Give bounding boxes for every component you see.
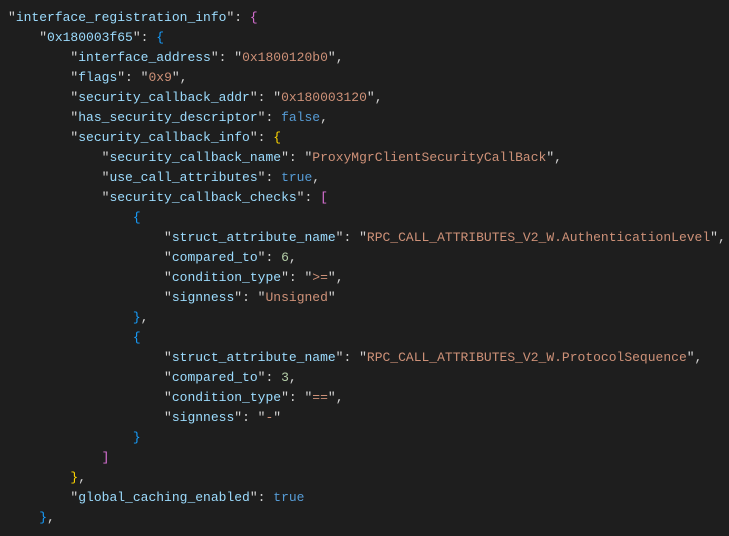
json-string: 0x180003120 (281, 90, 367, 105)
json-string: 0x9 (148, 70, 171, 85)
json-key: security_callback_checks (109, 190, 296, 205)
json-key: flags (78, 70, 117, 85)
json-bool: false (281, 110, 320, 125)
json-key: 0x180003f65 (47, 30, 133, 45)
json-key: interface_registration_info (16, 10, 227, 25)
json-key: use_call_attributes (109, 170, 257, 185)
json-key: compared_to (172, 250, 258, 265)
code-viewer: "interface_registration_info": { "0x1800… (0, 0, 729, 536)
json-string: ProxyMgrClientSecurityCallBack (312, 150, 546, 165)
json-key: compared_to (172, 370, 258, 385)
json-string: Unsigned (265, 290, 327, 305)
json-key: condition_type (172, 390, 281, 405)
json-string: 0x1800120b0 (242, 50, 328, 65)
json-key: has_security_descriptor (78, 110, 257, 125)
json-key: condition_type (172, 270, 281, 285)
json-string: RPC_CALL_ATTRIBUTES_V2_W.AuthenticationL… (367, 230, 710, 245)
json-string: >= (312, 270, 328, 285)
json-key: security_callback_addr (78, 90, 250, 105)
json-key: signness (172, 290, 234, 305)
json-bool: true (273, 490, 304, 505)
json-string: == (312, 390, 328, 405)
json-key: interface_address (78, 50, 211, 65)
json-number: 3 (281, 370, 289, 385)
json-key: security_callback_info (78, 130, 250, 145)
json-key: signness (172, 410, 234, 425)
json-key: struct_attribute_name (172, 230, 336, 245)
json-bool: true (281, 170, 312, 185)
json-key: security_callback_name (109, 150, 281, 165)
json-key: struct_attribute_name (172, 350, 336, 365)
json-number: 6 (281, 250, 289, 265)
json-string: RPC_CALL_ATTRIBUTES_V2_W.ProtocolSequenc… (367, 350, 687, 365)
json-key: global_caching_enabled (78, 490, 250, 505)
